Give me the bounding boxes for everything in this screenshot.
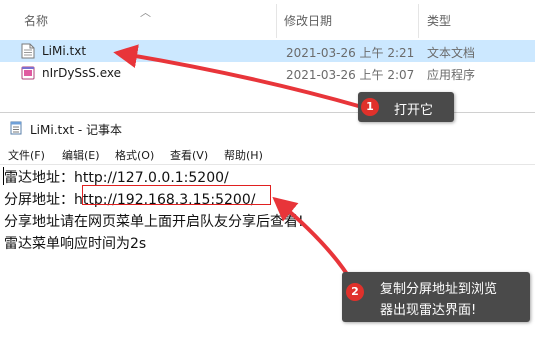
menu-file[interactable]: 文件(F) [8,147,45,163]
step-badge: 2 [346,283,364,301]
window-title: LiMi.txt - 记事本 [30,123,122,137]
file-row[interactable]: nIrDySsS.exe 2021-03-26 上午 2:07 应用程序 [0,62,535,84]
text-file-icon [21,43,35,59]
menu-edit[interactable]: 编辑(E) [62,147,100,163]
column-header: 名称 ︿ 修改日期 类型 [0,0,535,38]
annotation-text-line2: 器出现雷达界面! [380,303,477,318]
text-line: 雷达菜单响应时间为2s [4,236,147,252]
annotation-text: 打开它 [394,103,434,118]
text-line: 雷达地址：http://127.0.0.1:5200/ [4,170,229,186]
sort-up-icon: ︿ [140,6,151,19]
notepad-icon [10,121,22,135]
text-line: 分享地址请在网页菜单上面开启队友分享后查看! [4,214,304,230]
file-row[interactable]: LiMi.txt 2021-03-26 上午 2:21 文本文档 [0,40,535,62]
title-bar[interactable]: LiMi.txt - 记事本 [0,113,535,143]
column-date[interactable]: 修改日期 [284,12,332,29]
file-explorer: 名称 ︿ 修改日期 类型 LiMi.txt 2021-03-26 上午 2:21… [0,0,535,100]
file-name: nIrDySsS.exe [42,66,122,80]
file-type: 文本文档 [427,46,476,60]
column-divider[interactable] [276,4,277,38]
annotation-open-it: 1 打开它 [358,92,454,122]
annotation-text-line1: 复制分屏地址到浏览 [380,282,498,297]
annotation-copy-url: 2 复制分屏地址到浏览 器出现雷达界面! [342,272,530,322]
file-date: 2021-03-26 上午 2:07 [286,68,415,82]
menu-format[interactable]: 格式(O) [115,147,154,163]
menu-view[interactable]: 查看(V) [170,147,208,163]
url-highlight-box [82,185,271,205]
step-badge: 1 [361,98,379,116]
menu-bar: 文件(F) 编辑(E) 格式(O) 查看(V) 帮助(H) [0,143,535,165]
column-name[interactable]: 名称 [24,12,48,29]
column-divider[interactable] [418,4,419,38]
exe-file-icon [21,66,35,80]
file-type: 应用程序 [427,68,476,82]
file-date: 2021-03-26 上午 2:21 [286,46,415,60]
file-name: LiMi.txt [42,44,87,58]
column-type[interactable]: 类型 [427,12,451,29]
menu-help[interactable]: 帮助(H) [224,147,263,163]
